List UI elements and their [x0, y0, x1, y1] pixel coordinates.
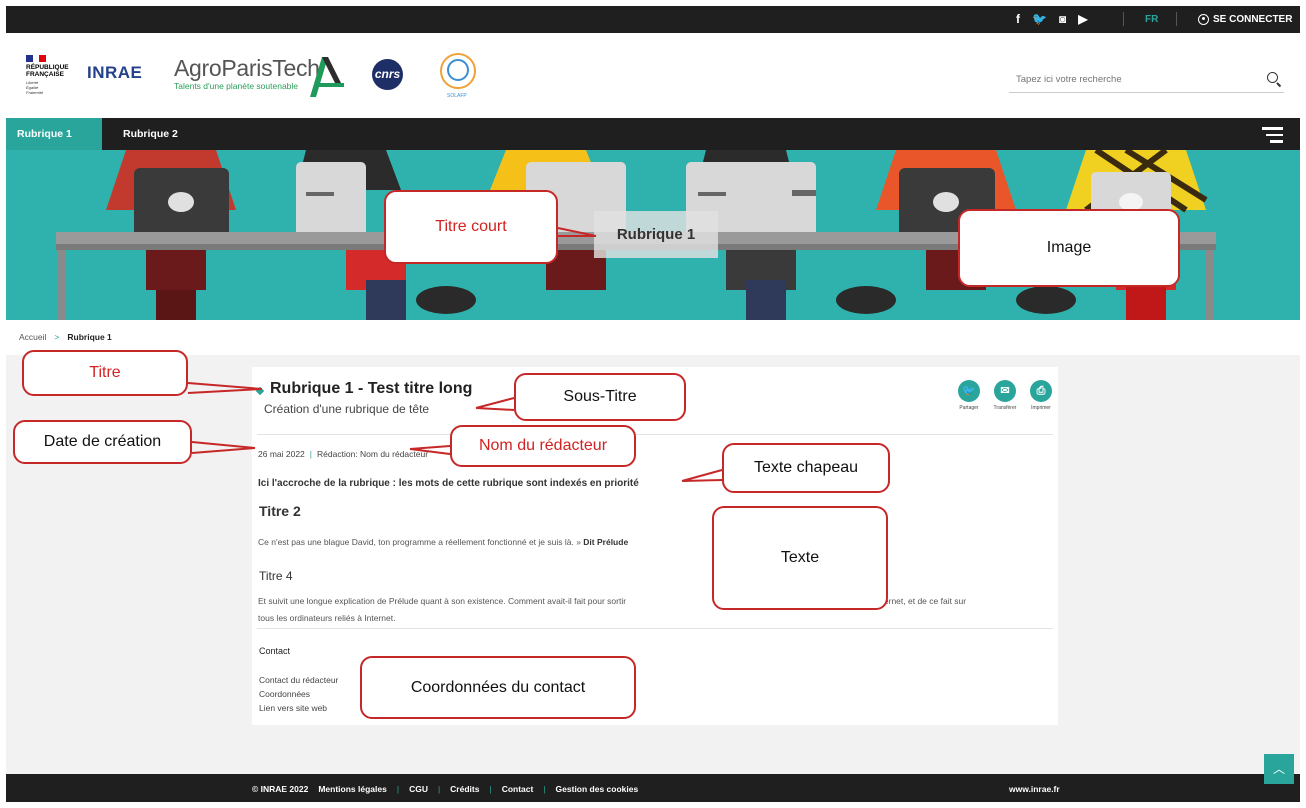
article-chapeau: Ici l'accroche de la rubrique : les mots…	[258, 478, 639, 489]
user-icon	[1198, 14, 1209, 25]
print-button[interactable]: ⎙ Imprimer	[1023, 380, 1059, 411]
login-button[interactable]: SE CONNECTER	[1198, 14, 1292, 25]
agroparistech-tagline: Talents d'une planète soutenable	[174, 81, 299, 91]
annotation-titre-court: Titre court	[384, 190, 558, 264]
heading-titre-4: Titre 4	[259, 569, 293, 583]
article-date: 26 mai 2022	[258, 449, 305, 459]
article-title: Rubrique 1 - Test titre long	[270, 380, 473, 397]
nav-tab-rubrique-2[interactable]: Rubrique 2	[113, 118, 188, 150]
youtube-icon[interactable]: ▶	[1078, 13, 1087, 25]
contact-website-link[interactable]: Lien vers site web	[259, 703, 327, 713]
article-author: Rédaction: Nom du rédacteur	[317, 449, 429, 459]
print-icon: ⎙	[1030, 380, 1052, 402]
banner-title: Rubrique 1	[594, 211, 718, 258]
top-bar: f 🐦 ◙ ▶ FR SE CONNECTER	[6, 6, 1300, 33]
divider	[1176, 12, 1177, 26]
annotation-coordonnees: Coordonnées du contact	[360, 656, 636, 719]
annotation-titre: Titre	[22, 350, 188, 396]
forward-button[interactable]: ✉ Transférer	[987, 380, 1023, 411]
annotation-nom-redacteur: Nom du rédacteur	[450, 425, 636, 467]
main-nav: Rubrique 1 Rubrique 2	[6, 118, 1300, 150]
footer-link-cgu[interactable]: CGU	[409, 784, 428, 794]
divider	[1123, 12, 1124, 26]
scroll-to-top-button[interactable]: ︿	[1264, 754, 1294, 784]
twitter-icon[interactable]: 🐦	[1032, 13, 1047, 25]
republique-francaise-logo: RÉPUBLIQUE FRANÇAISE Liberté Égalité Frate…	[26, 55, 70, 95]
print-label: Imprimer	[1031, 405, 1051, 411]
facebook-icon[interactable]: f	[1016, 13, 1020, 25]
search-icon[interactable]	[1267, 72, 1278, 83]
share-button[interactable]: 🐦 Partager	[951, 380, 987, 411]
separator: |	[543, 784, 546, 794]
article-subtitle: Création d'une rubrique de tête	[264, 402, 430, 416]
mail-icon: ✉	[994, 380, 1016, 402]
separator: |	[489, 784, 492, 794]
breadcrumb-current: Rubrique 1	[67, 332, 112, 342]
footer-site-link[interactable]: www.inrae.fr	[1009, 784, 1060, 794]
separator: |	[396, 784, 400, 794]
footer-links: © INRAE 2022 Mentions légales | CGU | Cr…	[252, 784, 638, 794]
annotation-image: Image	[958, 209, 1180, 287]
republique-line: RÉPUBLIQUE	[26, 64, 69, 71]
footer-link-cookies[interactable]: Gestion des cookies	[556, 784, 639, 794]
footer-link-mentions[interactable]: Mentions légales	[318, 784, 387, 794]
instagram-icon[interactable]: ◙	[1059, 13, 1066, 25]
article-meta: 26 mai 2022 | Rédaction: Nom du rédacteur	[258, 449, 428, 459]
paragraph-2: Et suivit une longue explication de Prél…	[258, 596, 967, 623]
article-actions: 🐦 Partager ✉ Transférer ⎙ Imprimer	[951, 380, 1059, 411]
diamond-icon	[255, 386, 265, 396]
site-header: RÉPUBLIQUE FRANÇAISE Liberté Égalité Frate…	[6, 33, 1300, 118]
social-links: f 🐦 ◙ ▶	[1016, 13, 1087, 25]
heading-titre-2: Titre 2	[259, 503, 301, 519]
contact-coordinates: Coordonnées	[259, 689, 311, 699]
separator: |	[309, 449, 313, 459]
footer-link-credits[interactable]: Crédits	[450, 784, 479, 794]
solafp-label: SOLAFP	[447, 93, 467, 99]
footer-link-contact[interactable]: Contact	[502, 784, 534, 794]
login-label: SE CONNECTER	[1213, 14, 1293, 25]
contact-redacteur-link[interactable]: Contact du rédacteur	[259, 675, 338, 685]
divider	[257, 628, 1053, 629]
forward-label: Transférer	[993, 405, 1017, 411]
annotation-date-creation: Date de création	[13, 420, 192, 464]
annotation-sous-titre: Sous-Titre	[514, 373, 686, 421]
annotation-texte: Texte	[712, 506, 888, 610]
cnrs-logo[interactable]: cnrs	[372, 59, 403, 90]
agroparistech-logo[interactable]: AgroParisTech Talents d'une planète sout…	[174, 55, 320, 91]
contact-heading: Contact	[259, 646, 291, 656]
separator: |	[437, 784, 441, 794]
chevron-up-icon: ︿	[1272, 762, 1285, 776]
annotation-texte-chapeau: Texte chapeau	[722, 443, 890, 493]
inrae-logo[interactable]: INRAE	[87, 63, 142, 83]
motto: Liberté Égalité Fraternité	[26, 80, 44, 95]
flag-icon	[26, 55, 47, 62]
chevron-right-icon: >	[54, 332, 60, 342]
breadcrumb: Accueil > Rubrique 1	[6, 320, 1300, 355]
paragraph-1: Ce n'est pas une blague David, ton progr…	[258, 537, 629, 547]
menu-icon[interactable]	[1262, 127, 1283, 147]
agroparistech-name: AgroParisTech	[174, 55, 320, 81]
breadcrumb-home[interactable]: Accueil	[19, 332, 46, 342]
site-footer: © INRAE 2022 Mentions légales | CGU | Cr…	[6, 774, 1300, 802]
search-box	[1009, 68, 1284, 93]
divider	[257, 434, 1053, 435]
solafp-logo[interactable]	[440, 53, 476, 89]
footer-copyright: © INRAE 2022	[252, 784, 309, 794]
language-selector[interactable]: FR	[1145, 14, 1158, 25]
nav-tab-rubrique-1[interactable]: Rubrique 1	[6, 118, 102, 150]
share-label: Partager	[959, 405, 979, 411]
francaise-line: FRANÇAISE	[26, 71, 64, 78]
search-input[interactable]	[1009, 68, 1239, 90]
agroparistech-mark-icon	[310, 57, 344, 97]
twitter-icon: 🐦	[958, 380, 980, 402]
